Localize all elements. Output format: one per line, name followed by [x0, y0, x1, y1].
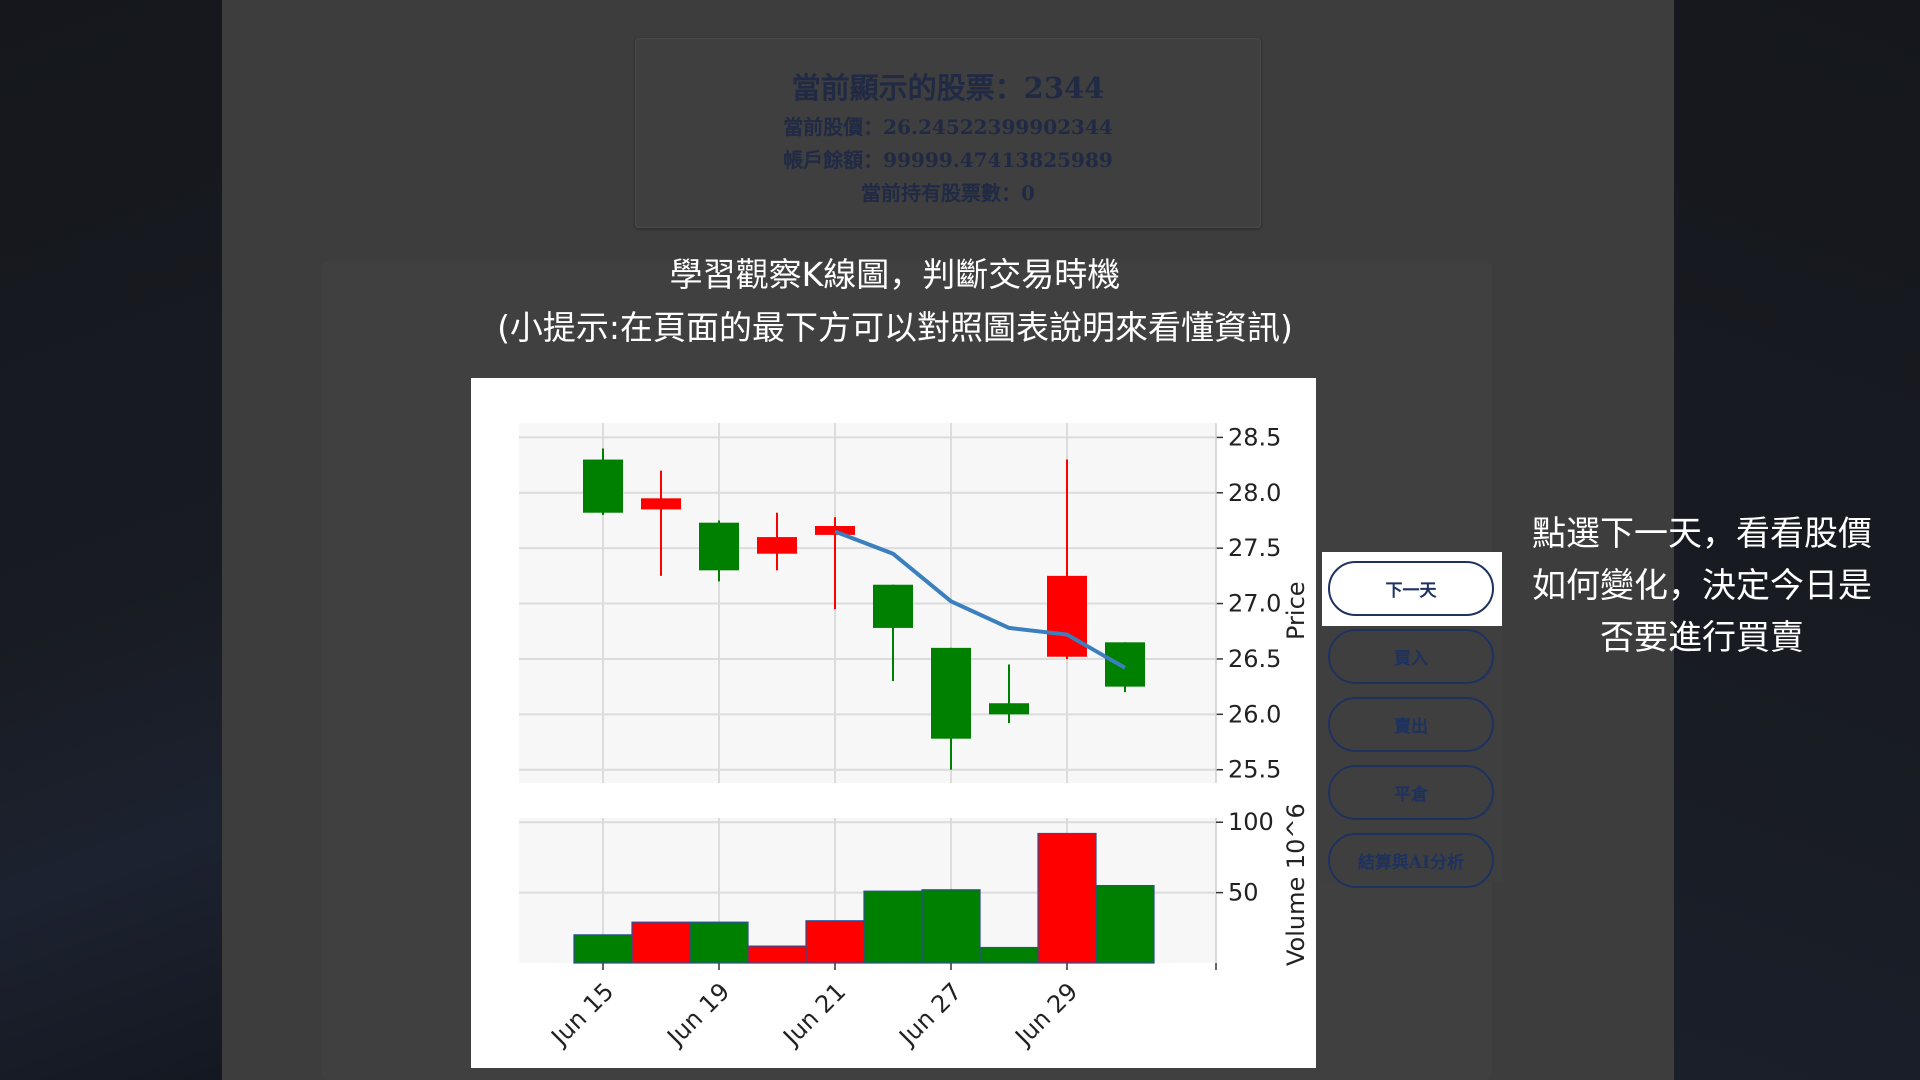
current-stock-title: 當前顯示的股票：2344: [791, 71, 1105, 105]
stock-info-card: 當前顯示的股票：2344 當前股價：26.24522399902344 帳戶餘額…: [635, 38, 1261, 228]
chart-caption-hint: (小提示:在頁面的最下方可以對照圖表說明來看懂資訊): [497, 308, 1293, 347]
background-left: [0, 0, 222, 1080]
volume-bar: [805, 920, 865, 964]
candlestick-chart: 25.5 26.0 26.5 27.0 27.5 28.0 28.5 50 100 Jun 15 J…: [471, 378, 1316, 1068]
volume-bar: [631, 921, 691, 964]
current-price: 當前股價：26.24522399902344: [783, 115, 1113, 139]
volume-bar: [979, 946, 1039, 964]
instruction-text: 點選下一天，看看股價 如何變化，決定今日是 否要進行買賣: [1512, 508, 1892, 664]
price-tick-label: 28.0: [1228, 479, 1281, 507]
volume-tick-label: 50: [1228, 879, 1259, 907]
x-tick-label: Jun 27: [893, 977, 968, 1052]
volume-bar: [863, 890, 923, 964]
account-balance: 帳戶餘額：99999.47413825989: [783, 148, 1113, 172]
candle-body: [699, 522, 739, 571]
price-tick-label: 26.0: [1228, 700, 1281, 728]
settle-ai-analysis-button[interactable]: 結算與AI分析: [1328, 833, 1494, 888]
x-tick-label: Jun 19: [661, 977, 736, 1052]
candle-body: [757, 537, 797, 554]
candle-body: [583, 459, 623, 513]
chart-svg: 25.5 26.0 26.5 27.0 27.5 28.0 28.5 50 100 Jun 15 J…: [519, 423, 1310, 1052]
volume-bar: [573, 934, 633, 964]
instruction-line: 點選下一天，看看股價: [1532, 514, 1872, 554]
price-tick-label: 26.5: [1228, 645, 1281, 673]
candle-body: [989, 703, 1029, 715]
volume-axis-label: Volume 10^6: [1282, 803, 1310, 966]
x-tick-label: Jun 15: [545, 977, 620, 1052]
price-tick-label: 28.5: [1228, 423, 1281, 451]
instruction-line: 如何變化，決定今日是: [1532, 566, 1872, 606]
price-tick-label: 27.5: [1228, 534, 1281, 562]
sell-button[interactable]: 賣出: [1328, 697, 1494, 752]
volume-bar: [1095, 884, 1155, 964]
buy-button[interactable]: 買入: [1328, 629, 1494, 684]
volume-bar: [689, 921, 749, 964]
price-tick-label: 25.5: [1228, 756, 1281, 784]
close-position-button[interactable]: 平倉: [1328, 765, 1494, 820]
price-tick-label: 27.0: [1228, 590, 1281, 618]
candle-body: [641, 498, 681, 510]
volume-tick-label: 100: [1228, 808, 1274, 836]
instruction-line: 否要進行買賣: [1600, 618, 1804, 658]
next-day-button[interactable]: 下一天: [1328, 561, 1494, 616]
x-tick-label: Jun 21: [777, 977, 852, 1052]
candle-body: [1105, 642, 1145, 687]
price-axis-label: Price: [1282, 581, 1310, 640]
volume-bar: [747, 945, 807, 964]
x-tick-label: Jun 29: [1009, 977, 1084, 1052]
chart-caption-title: 學習觀察K線圖，判斷交易時機: [669, 255, 1121, 294]
candle-body: [873, 584, 913, 628]
volume-bar: [1037, 832, 1097, 964]
candle-body: [931, 647, 971, 739]
current-holdings: 當前持有股票數：0: [861, 181, 1035, 205]
volume-bar: [921, 889, 981, 964]
